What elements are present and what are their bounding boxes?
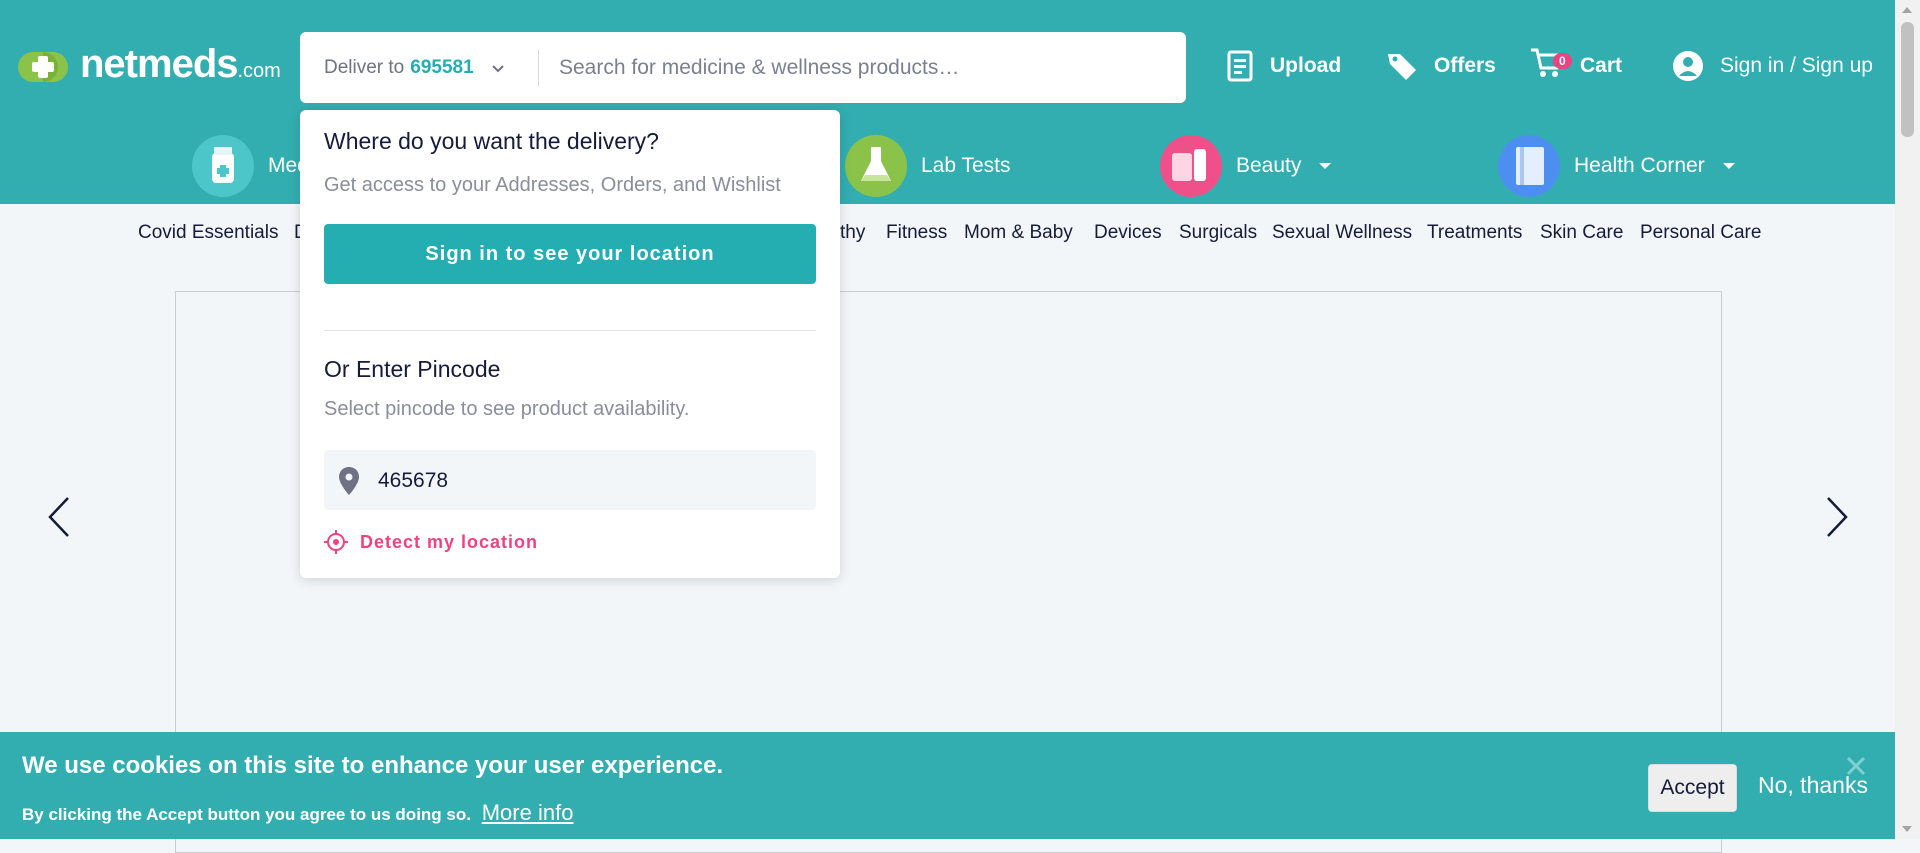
category-medicine[interactable]: Med [192,134,309,198]
pincode-title: Or Enter Pincode [324,356,501,382]
beauty-icon [1160,135,1222,197]
tag-icon [1388,54,1416,80]
pincode-field [324,450,816,510]
prescription-icon [1227,50,1253,82]
signin-location-button[interactable]: Sign in to see your location [324,224,816,284]
header: netmeds.com Deliver to 695581 Upload Off… [0,0,1895,204]
cookie-banner: We use cookies on this site to enhance y… [0,732,1895,839]
caret-down-icon [1319,163,1332,169]
health-corner-icon [1498,135,1560,197]
category-label: Lab Tests [921,154,1011,177]
popover-divider [324,330,816,331]
logo-plus-icon [18,52,68,82]
cart-label: Cart [1580,54,1623,77]
subnav-covid-essentials[interactable]: Covid Essentials [138,222,278,244]
search-divider [538,50,539,86]
scroll-up-arrow-icon[interactable] [1902,7,1912,13]
scroll-down-arrow-icon[interactable] [1902,826,1912,832]
netmeds-logo[interactable]: netmeds.com [18,42,281,92]
category-lab-tests[interactable]: Lab Tests [845,134,1011,198]
subnav-treatments[interactable]: Treatments [1427,222,1522,244]
cookie-accept-button[interactable]: Accept [1648,764,1737,812]
cart-link[interactable]: 0 Cart [1530,44,1622,88]
category-label: Beauty [1236,154,1302,177]
caret-down-icon [1722,163,1735,169]
popover-title: Where do you want the delivery? [324,128,659,154]
category-health-corner[interactable]: Health Corner [1498,134,1735,198]
subnav-personal-care[interactable]: Personal Care [1640,222,1761,244]
signin-label: Sign in / Sign up [1720,54,1873,77]
detect-location-label: Detect my location [360,531,539,552]
deliver-pincode: 695581 [410,56,474,78]
close-icon[interactable] [1846,756,1866,776]
subnav-skin-care[interactable]: Skin Care [1540,222,1623,244]
upload-label: Upload [1270,54,1342,77]
signin-link[interactable]: Sign in / Sign up [1672,44,1873,88]
deliver-label: Deliver to [324,56,405,78]
map-pin-icon [339,467,359,495]
subnav-devices[interactable]: Devices [1094,222,1162,244]
page-scrollbar[interactable] [1895,0,1920,839]
deliver-to-dropdown[interactable]: Deliver to 695581 [324,32,504,103]
subnav-partial-thy[interactable]: thy [840,222,865,244]
category-label: Health Corner [1574,154,1705,177]
medicine-icon [192,135,254,197]
chevron-down-icon [491,64,504,72]
upload-link[interactable]: Upload [1226,44,1341,88]
lab-flask-icon [845,135,907,197]
popover-subtitle: Get access to your Addresses, Orders, an… [324,174,781,196]
category-beauty[interactable]: Beauty [1160,134,1332,198]
subnav-sexual-wellness[interactable]: Sexual Wellness [1272,222,1412,244]
delivery-location-popover: Where do you want the delivery? Get acce… [300,110,840,578]
offers-label: Offers [1434,54,1496,77]
pincode-input[interactable] [376,460,800,502]
subnav-fitness[interactable]: Fitness [886,222,947,244]
cookie-no-thanks-button[interactable]: No, thanks [1758,772,1868,799]
crosshair-icon [324,530,348,554]
offers-link[interactable]: Offers [1386,44,1496,88]
sub-navigation: Covid Essentials D thy Fitness Mom & Bab… [0,204,1895,264]
subnav-mom-baby[interactable]: Mom & Baby [964,222,1073,244]
logo-wordmark: netmeds.com [80,42,281,86]
scrollbar-thumb[interactable] [1901,22,1914,137]
search-input[interactable] [557,46,1161,90]
user-icon [1673,51,1703,81]
cookie-text: By clicking the Accept button you agree … [22,800,573,826]
subnav-surgicals[interactable]: Surgicals [1179,222,1257,244]
carousel-next-arrow-icon[interactable] [1822,494,1852,540]
carousel-prev-arrow-icon[interactable] [44,494,74,540]
cookie-message: By clicking the Accept button you agree … [22,805,471,824]
cookie-title: We use cookies on this site to enhance y… [22,752,724,779]
pincode-subtitle: Select pincode to see product availabili… [324,398,690,420]
cart-count-badge: 0 [1553,53,1572,69]
detect-location-link[interactable]: Detect my location [324,530,538,554]
search-bar: Deliver to 695581 [300,32,1186,103]
cookie-more-info-link[interactable]: More info [482,800,574,825]
